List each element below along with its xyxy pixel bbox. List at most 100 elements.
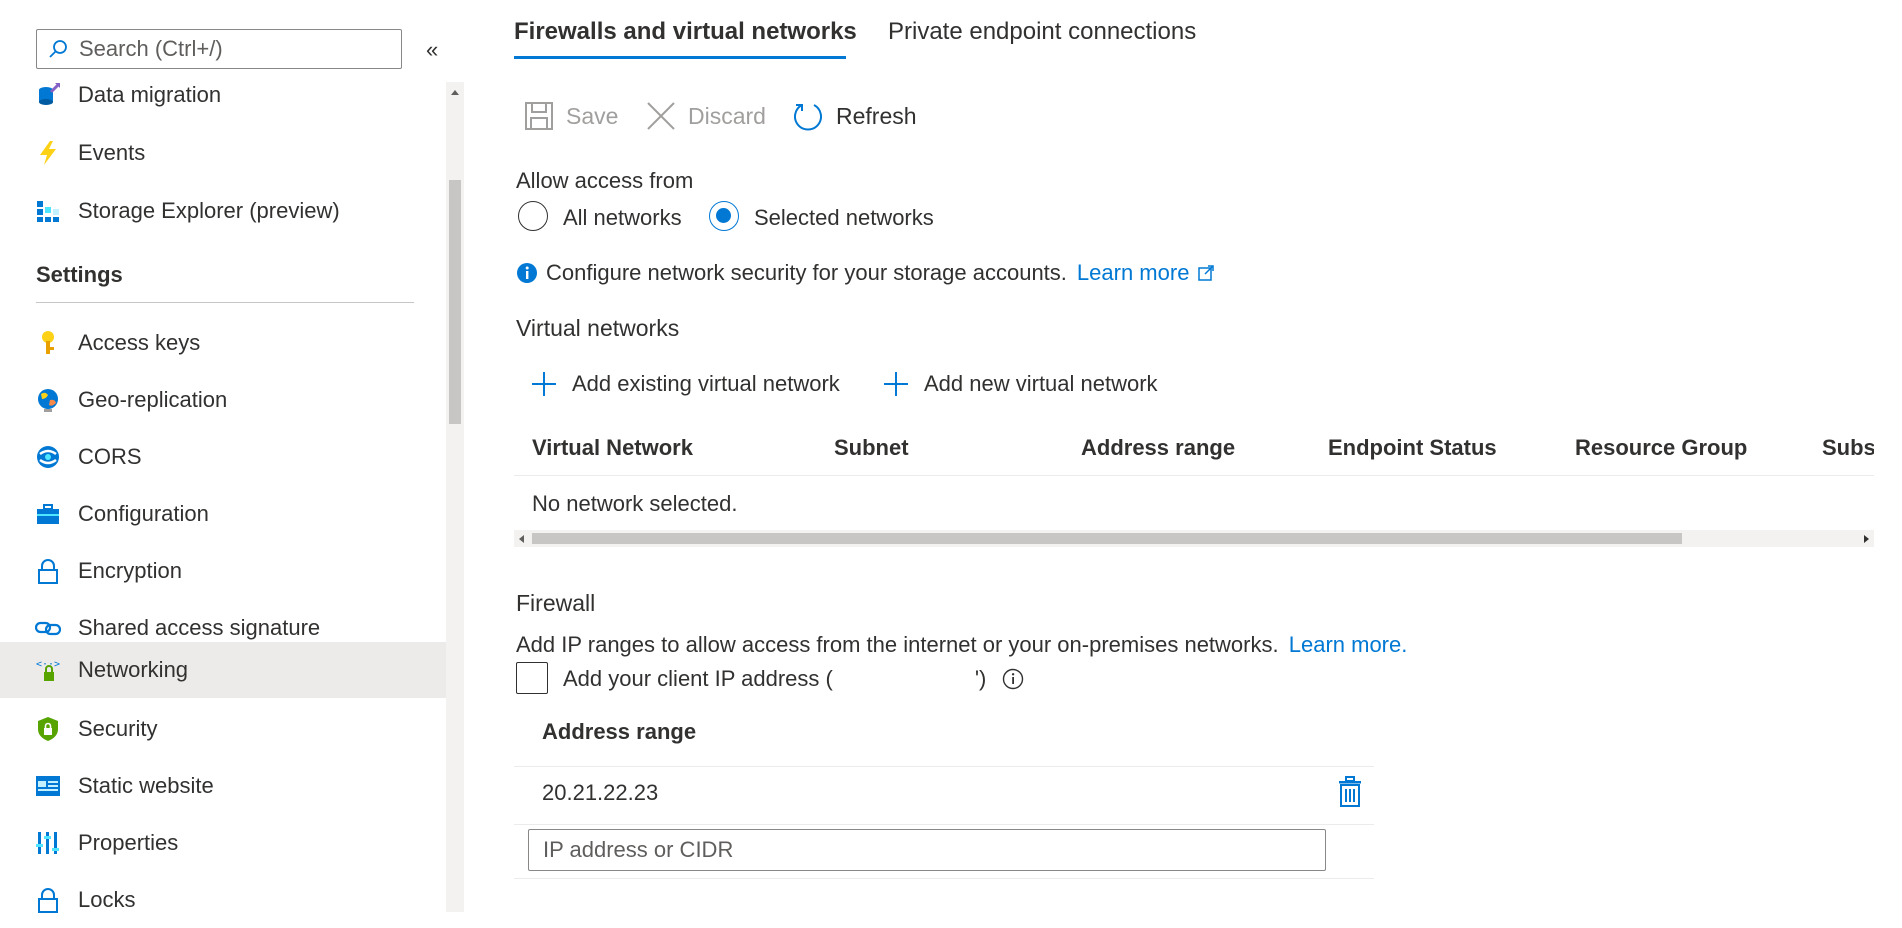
sidebar-item-locks[interactable]: Locks (0, 872, 446, 928)
firewall-description: Add IP ranges to allow access from the i… (516, 632, 1407, 658)
search-input[interactable] (77, 35, 381, 63)
key-icon (34, 329, 62, 357)
vnet-grid-scrollbar-thumb[interactable] (532, 533, 1682, 544)
lightning-icon (34, 139, 62, 167)
discard-button[interactable]: Discard (646, 96, 766, 136)
radio-selected-networks[interactable] (709, 201, 739, 231)
cors-icon (34, 443, 62, 471)
save-label: Save (566, 102, 619, 129)
column-header-resource-group[interactable]: Resource Group (1575, 435, 1747, 461)
active-tab-indicator (514, 56, 846, 59)
networking-icon: <··> (34, 656, 62, 684)
sidebar-item-networking[interactable]: <··> Networking (0, 642, 446, 698)
learn-more-link[interactable]: Learn more (1077, 260, 1190, 286)
vnet-empty-message: No network selected. (532, 491, 738, 516)
radio-selected-networks-label[interactable]: Selected networks (754, 205, 934, 231)
tab-firewalls-and-virtual-networks[interactable]: Firewalls and virtual networks (514, 18, 857, 46)
sidebar-item-events[interactable]: Events (0, 125, 446, 181)
sidebar-item-data-migration[interactable]: Data migration (0, 67, 446, 123)
sidebar-item-storage-explorer[interactable]: Storage Explorer (preview) (0, 183, 446, 239)
sidebar-item-label: Storage Explorer (preview) (78, 198, 340, 223)
sidebar-item-label: Networking (78, 657, 189, 682)
refresh-icon (794, 104, 822, 131)
scroll-right-arrow-icon[interactable] (1864, 535, 1869, 543)
delete-row-button[interactable] (1336, 776, 1364, 808)
sidebar-item-label: Configuration (78, 501, 209, 526)
add-new-label: Add new virtual network (924, 371, 1158, 396)
address-range-column-header: Address range (542, 719, 697, 744)
info-icon (517, 263, 537, 283)
info-text: Configure network security for your stor… (546, 260, 1067, 285)
save-button[interactable]: Save (524, 96, 618, 136)
info-message: Configure network security for your stor… (516, 260, 1215, 286)
add-client-ip-checkbox[interactable] (516, 662, 548, 694)
sidebar-item-label: CORS (78, 444, 142, 469)
add-existing-label: Add existing virtual network (572, 371, 840, 396)
briefcase-icon (34, 500, 62, 528)
ip-address-input[interactable] (528, 829, 1326, 871)
vnet-grid-scrollbar[interactable] (514, 530, 1874, 547)
sidebar-item-label: Encryption (78, 558, 182, 583)
sidebar-item-label: Geo-replication (78, 387, 228, 412)
divider (514, 766, 1374, 767)
divider (514, 824, 1374, 825)
scroll-left-arrow-icon[interactable] (519, 535, 524, 543)
tab-private-endpoint-connections[interactable]: Private endpoint connections (888, 18, 1196, 46)
scroll-up-arrow-icon[interactable] (451, 90, 459, 95)
sidebar-item-access-keys[interactable]: Access keys (0, 315, 446, 371)
column-header-subscription[interactable]: Subsc (1822, 435, 1874, 461)
sidebar-item-label: Static website (78, 773, 214, 798)
divider (514, 878, 1374, 879)
shield-icon (34, 715, 62, 743)
client-ip-suffix: ') (974, 666, 987, 691)
sidebar-item-encryption[interactable]: Encryption (0, 543, 446, 599)
sidebar-item-label: Properties (78, 830, 179, 855)
storage-explorer-icon (34, 197, 62, 225)
sidebar-scrollbar-thumb[interactable] (449, 180, 461, 424)
svg-text:<··>: <··> (36, 659, 60, 670)
radio-all-networks[interactable] (518, 201, 548, 231)
save-icon (525, 102, 553, 130)
sidebar-item-configuration[interactable]: Configuration (0, 486, 446, 542)
add-new-virtual-network-button[interactable]: Add new virtual network (882, 368, 1158, 400)
properties-icon (34, 829, 62, 857)
static-website-icon (34, 772, 62, 800)
sidebar-search[interactable] (36, 29, 402, 69)
refresh-label: Refresh (836, 102, 917, 129)
sidebar-item-label: Events (78, 140, 146, 165)
sidebar-item-security[interactable]: Security (0, 701, 446, 757)
plus-icon (532, 372, 556, 396)
search-icon (49, 40, 67, 58)
data-migration-icon (34, 81, 62, 109)
firewall-learn-more-link[interactable]: Learn more. (1289, 632, 1408, 657)
external-link-icon[interactable] (1197, 264, 1215, 282)
settings-section-header: Settings (36, 262, 123, 287)
link-icon (34, 614, 62, 642)
trash-icon (1339, 776, 1361, 807)
refresh-button[interactable]: Refresh (792, 96, 917, 136)
sidebar-item-cors[interactable]: CORS (0, 429, 446, 485)
column-header-address-range[interactable]: Address range (1081, 435, 1235, 461)
discard-label: Discard (688, 102, 766, 129)
virtual-networks-title: Virtual networks (516, 315, 680, 341)
divider (36, 302, 414, 303)
info-outline-icon[interactable] (1002, 668, 1024, 690)
column-header-subnet[interactable]: Subnet (834, 435, 909, 461)
firewall-description-text: Add IP ranges to allow access from the i… (516, 632, 1279, 657)
close-icon (647, 102, 675, 130)
add-client-ip-label[interactable]: Add your client IP address ( ') (563, 666, 1024, 692)
column-header-endpoint-status[interactable]: Endpoint Status (1328, 435, 1497, 461)
sidebar-item-geo-replication[interactable]: Geo-replication (0, 372, 446, 428)
lock-icon (34, 557, 62, 585)
sidebar-item-label: Security (78, 716, 158, 741)
column-header-virtual-network[interactable]: Virtual Network (532, 435, 693, 461)
globe-icon (34, 386, 62, 414)
collapse-sidebar-button[interactable]: « (426, 38, 438, 62)
lock-icon (34, 886, 62, 914)
radio-all-networks-label[interactable]: All networks (563, 205, 682, 231)
add-existing-virtual-network-button[interactable]: Add existing virtual network (530, 368, 840, 400)
allow-access-label: Allow access from (516, 168, 694, 193)
sidebar-item-label: Shared access signature (78, 615, 321, 640)
sidebar-item-properties[interactable]: Properties (0, 815, 446, 871)
sidebar-item-static-website[interactable]: Static website (0, 758, 446, 814)
